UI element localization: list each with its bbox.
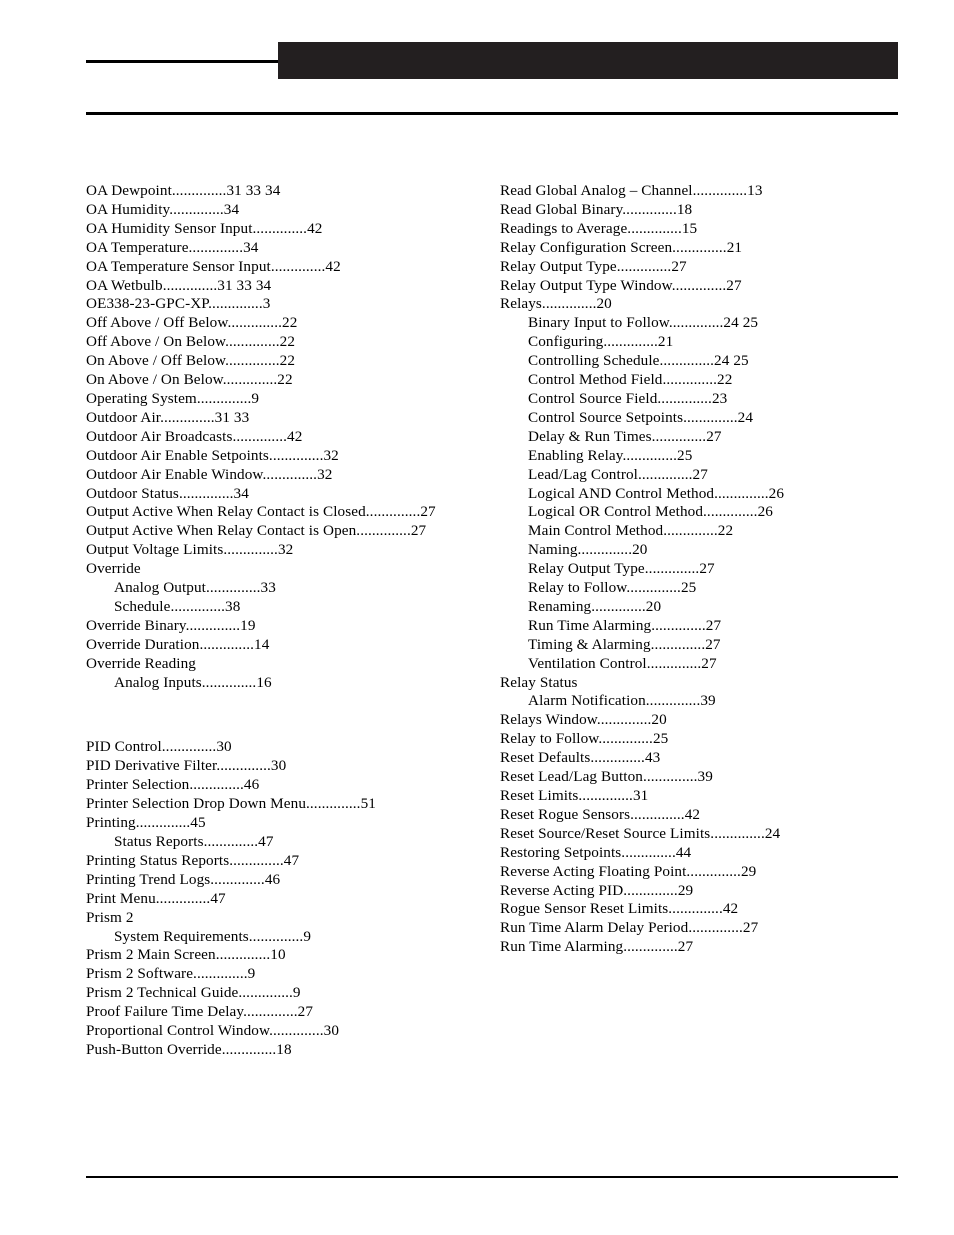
index-entry: Print Menu..............47 — [86, 889, 226, 907]
index-subentry: Relay Output Type..............27 — [528, 560, 715, 578]
index-column-right: Read Global Analog – Channel............… — [500, 182, 892, 957]
index-entry: OE338-23-GPC-XP..............3 — [86, 295, 271, 313]
index-entry: OA Temperature..............34 — [86, 238, 259, 256]
index-entry: OA Humidity..............34 — [86, 200, 240, 218]
index-entry: Operating System..............9 — [86, 389, 260, 407]
index-entry: Relays Window..............20 — [500, 711, 667, 729]
index-subentry: Relay to Follow..............25 — [528, 579, 697, 597]
index-entry: OA Temperature Sensor Input.............… — [86, 257, 341, 275]
index-entry: Override Reading — [86, 654, 196, 672]
index-entry: Read Global Analog – Channel............… — [500, 182, 763, 199]
index-entry: Outdoor Air Enable Window..............3… — [86, 465, 333, 483]
index-entry: Prism 2 Technical Guide..............9 — [86, 984, 301, 1002]
index-subentry: System Requirements..............9 — [114, 927, 312, 945]
index-block: PID Control..............30 PID Derivativ… — [86, 738, 478, 1059]
index-subentry: Configuring..............21 — [528, 333, 674, 351]
index-subentry: Analog Inputs..............16 — [114, 673, 272, 691]
index-entry: Outdoor Air..............31 33 — [86, 408, 250, 426]
index-subentry: Control Method Field..............22 — [528, 371, 733, 389]
index-subentry: Logical AND Control Method..............… — [528, 484, 785, 502]
index-entry: Printer Selection..............46 — [86, 776, 260, 794]
index-subentry: Control Source Field..............23 — [528, 389, 728, 407]
index-subentry: Enabling Relay..............25 — [528, 446, 693, 464]
index-entry: Rogue Sensor Reset Limits..............4… — [500, 900, 739, 918]
index-entry: PID Derivative Filter..............30 — [86, 757, 287, 775]
index-entry: Relay Output Type..............27 — [500, 257, 687, 275]
index-subentry: Naming..............20 — [528, 541, 648, 559]
index-subentry: Schedule..............38 — [114, 597, 241, 615]
index-entry: Proof Failure Time Delay..............27 — [86, 1003, 314, 1021]
index-entry: Outdoor Air Broadcasts..............42 — [86, 427, 303, 445]
index-entry: On Above / On Below..............22 — [86, 371, 293, 389]
index-entry: Relays..............20 — [500, 295, 612, 313]
index-entry: Reset Rogue Sensors..............42 — [500, 805, 701, 823]
index-subentry: Analog Output..............33 — [114, 579, 276, 597]
index-entry: Reset Defaults..............43 — [500, 749, 661, 767]
index-entry: Reverse Acting Floating Point...........… — [500, 862, 757, 880]
index-entry: Outdoor Air Enable Setpoints............… — [86, 446, 339, 464]
index-entry: Readings to Average..............15 — [500, 219, 698, 237]
index-entry: Printer Selection Drop Down Menu........… — [86, 795, 376, 813]
index-subentry: Lead/Lag Control..............27 — [528, 465, 708, 483]
index-block: Read Global Analog – Channel............… — [500, 182, 892, 957]
index-entry: Run Time Alarming..............27 — [500, 938, 694, 956]
index-entry: OA Dewpoint..............31 33 34 — [86, 182, 281, 199]
index-entry: PID Control..............30 — [86, 738, 232, 756]
index-entry: Relay to Follow..............25 — [500, 730, 669, 748]
index-column-left: OA Dewpoint..............31 33 34 OA Humi… — [86, 182, 478, 1060]
index-entry: Read Global Binary..............18 — [500, 200, 693, 218]
index-entry: Printing Status Reports..............47 — [86, 851, 300, 869]
index-subentry: Ventilation Control..............27 — [528, 654, 717, 672]
index-subentry: Control Source Setpoints..............24 — [528, 408, 754, 426]
index-entry: Off Above / On Below..............22 — [86, 333, 296, 351]
index-subentry: Logical OR Control Method..............2… — [528, 503, 773, 521]
index-entry: Printing..............45 — [86, 814, 206, 832]
index-entry: Relay Status — [500, 673, 578, 691]
index-subentry: Status Reports..............47 — [114, 833, 274, 850]
index-entry: Outdoor Status..............34 — [86, 484, 249, 502]
index-entry: OA Humidity Sensor Input..............42 — [86, 219, 323, 237]
index-subentry: Alarm Notification..............39 — [528, 692, 716, 710]
header-black-bar — [278, 42, 898, 79]
index-entry: Override Duration..............14 — [86, 635, 270, 653]
index-entry: Prism 2 Main Screen..............10 — [86, 946, 286, 964]
index-subentry: Main Control Method..............22 — [528, 522, 734, 540]
index-entry: Reverse Acting PID..............29 — [500, 881, 694, 899]
index-entry: Prism 2 — [86, 908, 134, 926]
index-entry: Printing Trend Logs..............46 — [86, 870, 281, 888]
header-rule-short — [86, 60, 278, 63]
index-entry: Reset Limits..............31 — [500, 787, 649, 804]
index-entry: Off Above / Off Below..............22 — [86, 314, 298, 332]
index-entry: Reset Lead/Lag Button..............39 — [500, 768, 713, 786]
index-entry: Output Active When Relay Contact is Open… — [86, 522, 427, 540]
index-subentry: Delay & Run Times..............27 — [528, 427, 722, 445]
index-entry: Push-Button Override..............18 — [86, 1040, 292, 1058]
header-rule-long — [86, 112, 898, 115]
index-entry: Relay Configuration Screen..............… — [500, 238, 743, 256]
index-entry: Restoring Setpoints..............44 — [500, 843, 692, 861]
index-entry: Output Active When Relay Contact is Clos… — [86, 503, 436, 521]
index-subentry: Run Time Alarming..............27 — [528, 616, 722, 634]
index-entry: Prism 2 Software..............9 — [86, 965, 256, 983]
index-subentry: Renaming..............20 — [528, 597, 662, 615]
index-entry: Reset Source/Reset Source Limits........… — [500, 824, 781, 842]
index-subentry: Binary Input to Follow..............24 2… — [528, 314, 759, 332]
index-block: OA Dewpoint..............31 33 34 OA Humi… — [86, 182, 478, 692]
index-subentry: Timing & Alarming..............27 — [528, 635, 721, 653]
index-entry: Override — [86, 560, 141, 578]
index-entry: Run Time Alarm Delay Period.............… — [500, 919, 759, 937]
footer-rule — [86, 1176, 898, 1178]
index-entry: Output Voltage Limits..............32 — [86, 541, 294, 559]
index-entry: Proportional Control Window.............… — [86, 1022, 340, 1040]
index-entry: On Above / Off Below..............22 — [86, 352, 296, 370]
index-entry: Override Binary..............19 — [86, 616, 256, 634]
index-subentry: Controlling Schedule..............24 25 — [528, 352, 749, 370]
index-entry: Relay Output Type Window..............27 — [500, 276, 742, 294]
index-entry: OA Wetbulb..............31 33 34 — [86, 276, 272, 294]
